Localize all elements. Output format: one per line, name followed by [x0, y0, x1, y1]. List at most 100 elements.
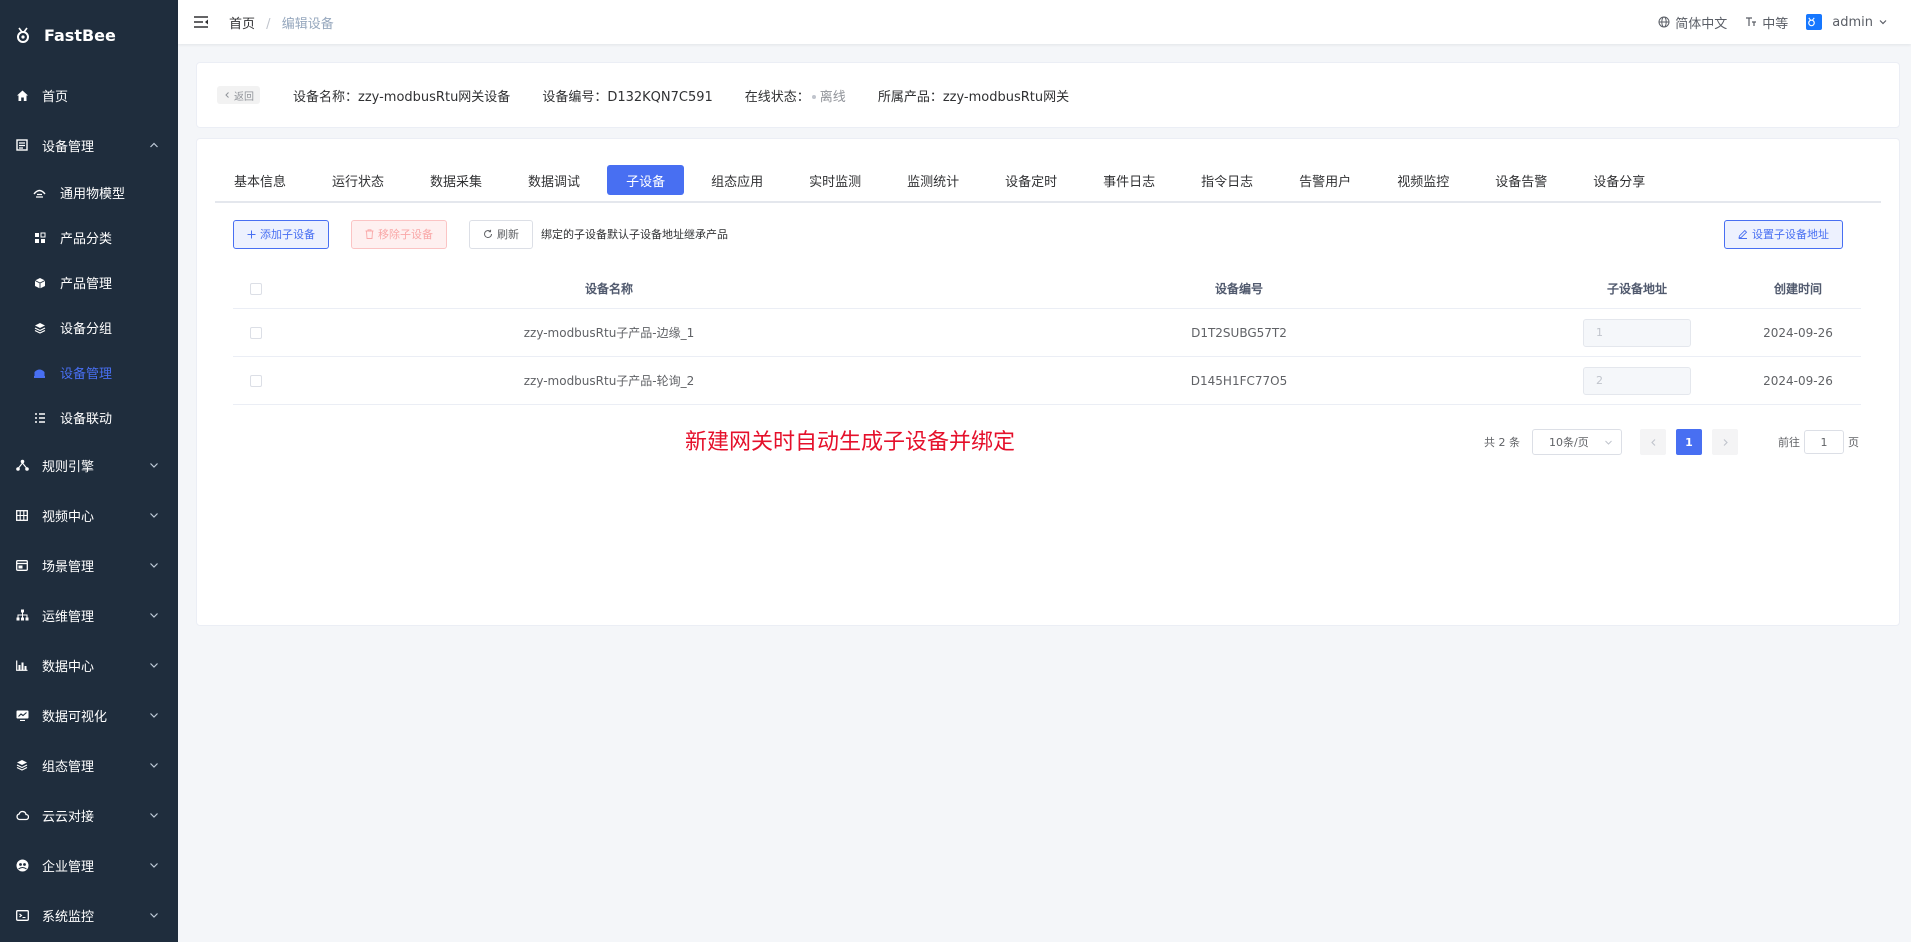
- chevron-down-icon: [150, 713, 158, 718]
- next-page-button[interactable]: [1712, 429, 1738, 455]
- chevron-down-icon: [150, 863, 158, 868]
- linkage-icon: [33, 411, 46, 424]
- sub-device-address-input[interactable]: 2: [1583, 366, 1691, 395]
- topbar: 首页 / 编辑设备 简体中文 中等 admin: [178, 0, 1911, 44]
- tab-alert-users[interactable]: 告警用户: [1280, 165, 1370, 195]
- back-button[interactable]: 返回: [217, 86, 260, 104]
- goto-page-input[interactable]: 1: [1804, 430, 1844, 454]
- add-sub-device-button[interactable]: 添加子设备: [233, 219, 329, 249]
- goto-suffix: 页: [1848, 436, 1859, 449]
- page-size-value: 10条/页: [1549, 436, 1589, 449]
- refresh-button[interactable]: 刷新: [469, 219, 533, 249]
- sidebar-item-enterprise-management[interactable]: 企业管理: [0, 840, 178, 890]
- chevron-left-icon: [1650, 438, 1655, 446]
- font-size-icon: [1746, 17, 1757, 26]
- sidebar-item-device-management[interactable]: 设备管理: [0, 120, 178, 170]
- user-menu[interactable]: admin: [1806, 14, 1893, 30]
- sidebar-item-label: 规则引擎: [42, 459, 95, 475]
- device-name-info: 设备名称：zzy-modbusRtu网关设备: [293, 89, 511, 105]
- tab-event-log[interactable]: 事件日志: [1084, 165, 1174, 195]
- data-chart-icon: [15, 658, 29, 672]
- brand[interactable]: FastBee: [0, 0, 178, 70]
- tab-video-monitor[interactable]: 视频监控: [1378, 165, 1468, 195]
- sidebar-item-data-visualization[interactable]: 数据可视化: [0, 690, 178, 740]
- row-checkbox[interactable]: [250, 326, 262, 339]
- tab-device-share[interactable]: 设备分享: [1574, 165, 1664, 195]
- sidebar-item-system-monitor[interactable]: 系统监控: [0, 890, 178, 940]
- pagination: 共 2 条 10条/页 1 前往 1 页: [1484, 429, 1859, 455]
- tab-device-timer[interactable]: 设备定时: [986, 165, 1076, 195]
- sidebar-subitem-product-management[interactable]: 产品管理: [0, 260, 178, 305]
- sidebar-subitem-device-group[interactable]: 设备分组: [0, 305, 178, 350]
- hamburger-icon[interactable]: [193, 15, 209, 29]
- trash-icon: [365, 229, 374, 239]
- breadcrumb-home[interactable]: 首页: [229, 17, 255, 32]
- sidebar-item-config-management[interactable]: 组态管理: [0, 740, 178, 790]
- sidebar-item-video-center[interactable]: 视频中心: [0, 490, 178, 540]
- chevron-down-icon: [150, 563, 158, 568]
- tab-device-alerts[interactable]: 设备告警: [1476, 165, 1566, 195]
- sidebar-item-cloud-integration[interactable]: 云云对接: [0, 790, 178, 840]
- select-all-checkbox[interactable]: [250, 282, 262, 295]
- home-icon: [15, 88, 29, 102]
- product-info: 所属产品：zzy-modbusRtu网关: [877, 89, 1070, 105]
- product-box-icon: [33, 276, 46, 289]
- cell-device-code: D145H1FC77O5: [1190, 373, 1288, 388]
- chevron-down-icon: [150, 913, 158, 918]
- inherit-address-tip: 绑定的子设备默认子设备地址继承产品: [541, 228, 728, 241]
- set-sub-device-address-label: 设置子设备地址: [1752, 228, 1829, 241]
- sidebar-subitem-thing-model[interactable]: 通用物模型: [0, 170, 178, 215]
- device-tabs: 基本信息 运行状态 数据采集 数据调试 子设备 组态应用 实时监测 监测统计 设…: [215, 159, 1881, 203]
- annotation-text: 新建网关时自动生成子设备并绑定: [685, 430, 1016, 455]
- tab-sub-devices[interactable]: 子设备: [607, 165, 685, 195]
- page-jumper: 前往 1 页: [1778, 430, 1859, 454]
- cell-device-code: D1T2SUBG57T2: [1191, 325, 1287, 340]
- sidebar-item-label: 数据中心: [42, 659, 95, 675]
- size-label: 中等: [1762, 16, 1789, 32]
- sidebar: FastBee 首页 设备管理 通用物模型 产品分类 产品管理 设备分组 设备管…: [0, 0, 178, 942]
- chevron-down-icon: [150, 763, 158, 768]
- page-number-current[interactable]: 1: [1676, 429, 1702, 455]
- sidebar-item-label: 通用物模型: [60, 187, 126, 202]
- cell-address: 1: [1539, 318, 1735, 347]
- tab-realtime-monitor[interactable]: 实时监测: [790, 165, 880, 195]
- pagination-total: 共 2 条: [1484, 436, 1520, 449]
- column-header-name: 设备名称: [584, 282, 633, 296]
- language-switch[interactable]: 简体中文: [1658, 13, 1727, 32]
- sidebar-menu: 首页 设备管理 通用物模型 产品分类 产品管理 设备分组 设备管理 设备联动 规…: [0, 70, 178, 940]
- tab-running-status[interactable]: 运行状态: [313, 165, 403, 195]
- sidebar-item-home[interactable]: 首页: [0, 70, 178, 120]
- sidebar-subitem-product-category[interactable]: 产品分类: [0, 215, 178, 260]
- tab-basic-info[interactable]: 基本信息: [215, 165, 305, 195]
- sidebar-item-ops-management[interactable]: 运维管理: [0, 590, 178, 640]
- row-checkbox[interactable]: [250, 374, 262, 387]
- remove-sub-device-button[interactable]: 移除子设备: [351, 219, 447, 249]
- sidebar-item-label: 系统监控: [42, 909, 95, 925]
- tab-command-log[interactable]: 指令日志: [1182, 165, 1272, 195]
- sidebar-item-label: 设备管理: [42, 139, 95, 155]
- tab-data-collection[interactable]: 数据采集: [411, 165, 501, 195]
- sidebar-subitem-device-management[interactable]: 设备管理: [0, 350, 178, 395]
- status-badge: 离线: [819, 89, 846, 105]
- sub-device-table: 设备名称 设备编号 子设备地址 创建时间 zzy-modbusRtu子产品-边缘…: [233, 269, 1861, 405]
- plus-icon: [247, 230, 256, 238]
- tab-monitor-statistics[interactable]: 监测统计: [888, 165, 978, 195]
- sidebar-item-data-center[interactable]: 数据中心: [0, 640, 178, 690]
- tab-config-app[interactable]: 组态应用: [692, 165, 782, 195]
- column-header-code: 设备编号: [1214, 282, 1263, 296]
- prev-page-button[interactable]: [1640, 429, 1666, 455]
- sidebar-item-scene-management[interactable]: 场景管理: [0, 540, 178, 590]
- fastbee-logo-icon: [14, 26, 32, 44]
- page-size-select[interactable]: 10条/页: [1532, 429, 1622, 455]
- sub-device-address-input[interactable]: 1: [1583, 318, 1691, 347]
- sidebar-subitem-device-linkage[interactable]: 设备联动: [0, 395, 178, 440]
- set-sub-device-address-button[interactable]: 设置子设备地址: [1724, 219, 1843, 249]
- scene-icon: [15, 558, 29, 572]
- sidebar-item-rule-engine[interactable]: 规则引擎: [0, 440, 178, 490]
- category-icon: [33, 231, 46, 244]
- topbar-actions: 简体中文 中等 admin: [1640, 0, 1893, 44]
- chevron-down-icon: [150, 463, 158, 468]
- tab-data-debug[interactable]: 数据调试: [509, 165, 599, 195]
- size-switch[interactable]: 中等: [1745, 13, 1788, 32]
- device-list-icon: [15, 138, 29, 152]
